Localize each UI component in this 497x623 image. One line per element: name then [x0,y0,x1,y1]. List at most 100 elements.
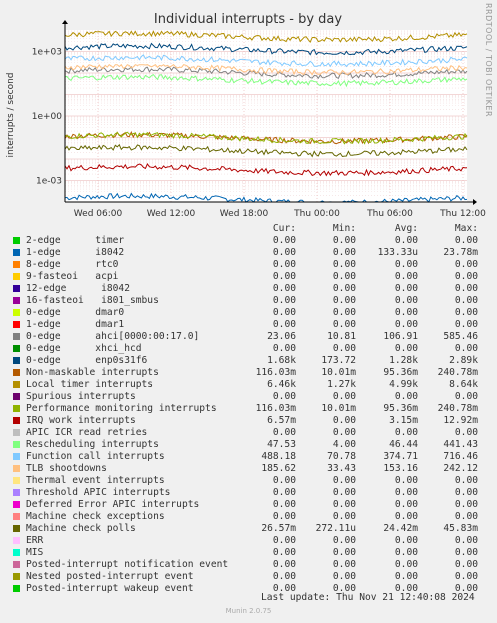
legend-cur: 488.18 [261,451,296,462]
legend-label: TLB shootdowns [26,463,107,474]
legend-min: 0.00 [332,295,356,306]
legend-avg: 0.00 [394,571,418,582]
legend-swatch [13,585,20,592]
legend-swatch [13,489,20,496]
legend-max: 2.89k [449,355,478,366]
legend-item: Threshold APIC interrupts 0.00 0.00 0.00 0.0… [10,487,490,499]
legend-cur: 6.46k [267,379,296,390]
x-tick-label: Thu 00:00 [293,209,340,219]
legend-swatch [13,525,20,532]
legend-cur: 26.57m [261,523,296,534]
legend-rows: 2-edge timer 0.00 0.00 0.00 0.00 1-edge i8042… [10,235,490,595]
legend-min: 173.72 [321,355,356,366]
legend-item: 8-edge rtc0 0.00 0.00 0.00 0.00 [10,259,490,271]
munin-version: Munin 2.0.75 [225,607,272,615]
y-tick-label: 1e+03 [32,48,62,58]
legend-cur: 0.00 [272,307,296,318]
legend-swatch [13,501,20,508]
y-ticks: 1e+03 1e+00 1e-03 [32,48,63,187]
legend-avg: 0.00 [394,559,418,570]
legend-cur: 0.00 [272,391,296,402]
x-tick-label: Wed 18:00 [220,209,269,219]
legend-item: IRQ work interrupts 6.57m 0.00 3.15m 12.92m [10,415,490,427]
y-axis-arrow [62,20,68,24]
y-tick-label: 1e+00 [32,112,63,122]
legend-item: Thermal event interrupts 0.00 0.00 0.00 0.00 [10,475,490,487]
legend-label: 8-edge rtc0 [26,259,119,270]
legend-item: Nested posted-interrupt event 0.00 0.00 0.0… [10,571,490,583]
legend-label: Posted-interrupt notification event [26,559,229,570]
legend-max: 23.78m [443,247,478,258]
legend-label: Deferred Error APIC interrupts [26,499,200,510]
legend-swatch [13,573,20,580]
legend-swatch [13,441,20,448]
legend-swatch [13,465,20,472]
legend-max: 0.00 [454,307,478,318]
legend-avg: 133.33u [377,247,418,258]
x-tick-label: Thu 12:00 [439,209,486,219]
legend-avg: 0.00 [394,307,418,318]
legend-min: 4.00 [332,439,356,450]
legend-max: 0.00 [454,259,478,270]
legend-max: 0.00 [454,499,478,510]
legend-cur: 6.57m [267,415,296,426]
legend-max: 0.00 [454,571,478,582]
legend-max: 0.00 [454,391,478,402]
legend-label: Machine check polls [26,523,136,534]
y-tick-label: 1e-03 [36,177,62,187]
legend-min: 0.00 [332,259,356,270]
legend-swatch [13,321,20,328]
legend-swatch [13,453,20,460]
legend-avg: 0.00 [394,499,418,510]
legend-item: Performance monitoring interrupts 116.03m… [10,403,490,415]
legend-label: Rescheduling interrupts [26,439,159,450]
legend-cur: 0.00 [272,535,296,546]
legend-cur: 0.00 [272,271,296,282]
legend-min: 0.00 [332,415,356,426]
legend-max: 585.46 [443,331,478,342]
legend-swatch [13,405,20,412]
legend-avg: 0.00 [394,511,418,522]
legend-cur: 0.00 [272,499,296,510]
legend-label: Spurious interrupts [26,391,136,402]
legend-cur: 0.00 [272,571,296,582]
legend-avg: 0.00 [394,535,418,546]
x-tick-label: Wed 12:00 [147,209,196,219]
legend-label: 12-edge i8042 [26,283,130,294]
legend-avg: 0.00 [394,475,418,486]
legend-max: 0.00 [454,427,478,438]
legend-swatch [13,549,20,556]
chart-title: Individual interrupts - by day [154,12,342,27]
legend-item: Rescheduling interrupts 47.53 4.00 46.44 441… [10,439,490,451]
legend-label: APIC ICR read retries [26,427,148,438]
legend-swatch [13,381,20,388]
legend-max: 0.00 [454,475,478,486]
legend-swatch [13,285,20,292]
legend-max: 45.83m [443,523,478,534]
legend-avg: 4.99k [389,379,418,390]
legend-avg: 0.00 [394,283,418,294]
legend-label: 1-edge i8042 [26,247,125,258]
legend-min: 10.81 [327,331,356,342]
legend-item: 16-fasteoi i801_smbus 0.00 0.00 0.00 0.00 [10,295,490,307]
legend-label: Function call interrupts [26,451,165,462]
legend-max: 0.00 [454,295,478,306]
legend-min: 272.11u [315,523,356,534]
legend-swatch [13,309,20,316]
legend-label: Performance monitoring interrupts [26,403,217,414]
legend-cur: 116.03m [255,367,296,378]
legend-max: 0.00 [454,271,478,282]
legend-cur: 0.00 [272,343,296,354]
legend-label: Threshold APIC interrupts [26,487,171,498]
legend-min: 1.27k [327,379,356,390]
legend-avg: 106.91 [383,331,418,342]
legend-min: 0.00 [332,427,356,438]
legend-cur: 116.03m [255,403,296,414]
legend-avg: 24.42m [383,523,418,534]
legend-swatch [13,249,20,256]
legend-max: 242.12 [443,463,478,474]
legend-swatch [13,537,20,544]
legend-min: 0.00 [332,319,356,330]
legend-min: 0.00 [332,343,356,354]
col-max: Max: [454,223,478,234]
